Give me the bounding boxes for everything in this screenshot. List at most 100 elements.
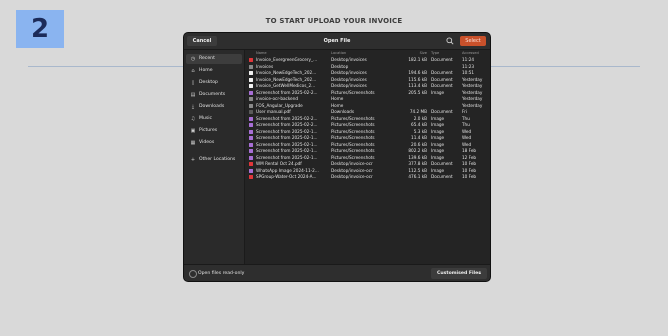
sidebar-item-pictures[interactable]: ▣ Pictures [186, 126, 242, 136]
file-name: Invoices [256, 63, 274, 69]
file-row[interactable]: Invoices Desktop 11:23 [245, 64, 490, 70]
file-list: Name Location Size Type Accessed Invoice… [245, 50, 490, 264]
image-file-icon [249, 168, 253, 173]
file-row[interactable]: Invoice_NewEdgeTech_202... Desktop/invoic… [245, 77, 490, 83]
sidebar-item-downloads[interactable]: ⤓ Downloads [186, 102, 242, 112]
document-file-icon [249, 77, 253, 82]
file-row[interactable]: SPGroup-Water-Oct 2024-A... Desktop/invoi… [245, 174, 490, 180]
file-filter-dropdown[interactable]: Customised Files ⌄ [431, 268, 487, 279]
file-name: Screenshot from 2025-02-1... [256, 154, 318, 160]
file-size: 74.2 MB [409, 109, 427, 114]
file-type: Document [431, 83, 453, 88]
file-name: Screenshot from 2025-02-2... [256, 89, 318, 95]
file-name: Invoice_GetWellMedicos_2... [256, 83, 316, 88]
sidebar-item-other-locations[interactable]: + Other Locations [186, 155, 242, 165]
file-name: FOS_Angular_Upgrade [256, 102, 303, 108]
sidebar-item-recent[interactable]: ◷ Recent [186, 54, 242, 64]
column-type[interactable]: Type [431, 50, 459, 56]
file-location: Desktop/invoices [331, 70, 367, 75]
image-file-icon [249, 149, 253, 153]
step-badge: 2 [16, 10, 64, 48]
file-list-header: Name Location Size Type Accessed [245, 50, 490, 56]
file-location: Desktop/invoice-ocr [331, 161, 373, 166]
file-accessed: Yesterday [462, 102, 483, 108]
sidebar-item-desktop[interactable]: ▯ Desktop [186, 78, 242, 88]
documents-icon: ▤ [190, 92, 196, 98]
file-accessed: Wed [462, 141, 472, 147]
file-name: User manual.pdf [256, 109, 291, 114]
read-only-label: Open files read-only [198, 271, 245, 276]
file-location: Desktop/invoices [331, 76, 367, 82]
search-icon[interactable] [445, 36, 455, 46]
file-row[interactable]: Screenshot from 2025-02-1... Pictures/Scr… [245, 148, 490, 154]
file-row[interactable]: Invoice_EvergreenGrocery_... Desktop/invo… [245, 57, 490, 63]
sidebar-item-label: Desktop [199, 80, 218, 85]
videos-icon: ▦ [190, 140, 196, 146]
file-row[interactable]: Screenshot from 2025-02-2... Pictures/Scr… [245, 122, 490, 128]
file-size: 802.2 kB [408, 148, 427, 153]
downloads-icon: ⤓ [191, 104, 195, 110]
file-row[interactable]: Screenshot from 2025-02-1... Pictures/Scr… [245, 155, 490, 161]
file-location: Pictures/Screenshots [331, 122, 375, 127]
sidebar-item-label: Documents [199, 92, 226, 97]
file-row[interactable]: WhatsApp Image 2024-11-2... Desktop/invoi… [245, 168, 490, 174]
file-accessed: Thu [462, 115, 470, 121]
sidebar-item-home[interactable]: ⌂ Home [186, 66, 242, 76]
file-type: Image [431, 89, 445, 95]
sidebar-item-documents[interactable]: ▤ Documents [186, 90, 242, 100]
file-row[interactable]: WM Rental Oct 24.pdf Desktop/invoice-ocr 3… [245, 161, 490, 167]
sidebar-item-videos[interactable]: ▦ Videos [186, 138, 242, 148]
file-accessed: 10:51 [462, 70, 475, 75]
file-row[interactable]: Screenshot from 2025-02-1... Pictures/Scr… [245, 129, 490, 135]
read-only-checkbox[interactable] [189, 270, 197, 278]
file-accessed: Yesterday [462, 96, 483, 101]
file-type: Image [431, 167, 445, 173]
file-accessed: Yesterday [462, 76, 483, 82]
music-icon: ♫ [190, 116, 196, 122]
folder-icon [249, 97, 253, 101]
file-accessed: Thu [462, 122, 470, 127]
image-file-icon [249, 90, 253, 95]
file-type: Image [431, 154, 445, 160]
file-size: 476.1 kB [408, 174, 427, 179]
cancel-button[interactable]: Cancel [187, 36, 217, 46]
file-row[interactable]: User manual.pdf Downloads 74.2 MB Document F… [245, 109, 490, 115]
file-accessed: Wed [462, 135, 472, 140]
sidebar-item-label: Recent [199, 56, 215, 61]
file-row[interactable]: Screenshot from 2025-02-1... Pictures/Scr… [245, 135, 490, 141]
file-type: Image [431, 115, 445, 121]
file-row[interactable]: FOS_Angular_Upgrade Home Yesterday [245, 103, 490, 109]
column-size[interactable]: Size [405, 50, 427, 56]
file-row[interactable]: Screenshot from 2025-02-2... Pictures/Scr… [245, 116, 490, 122]
file-location: Pictures/Screenshots [331, 89, 375, 95]
file-accessed: 10 Feb [462, 161, 477, 166]
file-name: Screenshot from 2025-02-2... [256, 122, 318, 127]
sidebar-item-music[interactable]: ♫ Music [186, 114, 242, 124]
column-location[interactable]: Location [331, 50, 405, 56]
pdf-file-icon [249, 58, 253, 62]
file-type: Image [431, 122, 445, 127]
file-accessed: Yesterday [462, 83, 483, 88]
file-type: Document [431, 57, 453, 62]
file-size: 194.6 kB [408, 70, 427, 75]
file-name: Screenshot from 2025-02-1... [256, 135, 318, 140]
file-location: Home [331, 102, 344, 108]
file-row[interactable]: Invoice_NewEdgeTech_202... Desktop/invoic… [245, 70, 490, 76]
file-row[interactable]: Screenshot from 2025-02-1... Pictures/Scr… [245, 142, 490, 148]
file-row[interactable]: invoice-ocr-backend Home Yesterday [245, 96, 490, 102]
file-name: Screenshot from 2025-02-1... [256, 148, 318, 153]
file-row[interactable]: Screenshot from 2025-02-2... Pictures/Scr… [245, 90, 490, 96]
select-button[interactable]: Select [460, 36, 486, 46]
file-size: 65.4 kB [411, 122, 427, 127]
file-location: Downloads [331, 109, 354, 114]
pictures-icon: ▣ [190, 128, 196, 134]
file-size: 205.5 kB [408, 89, 427, 95]
column-accessed[interactable]: Accessed [462, 50, 490, 56]
sidebar-item-label: Other Locations [199, 157, 236, 162]
file-location: Desktop [331, 63, 349, 69]
folder-icon [249, 103, 253, 108]
file-type: Image [431, 135, 445, 140]
file-row[interactable]: Invoice_GetWellMedicos_2... Desktop/invoi… [245, 83, 490, 89]
column-name[interactable]: Name [256, 50, 329, 56]
file-accessed: 12 Feb [462, 154, 477, 160]
